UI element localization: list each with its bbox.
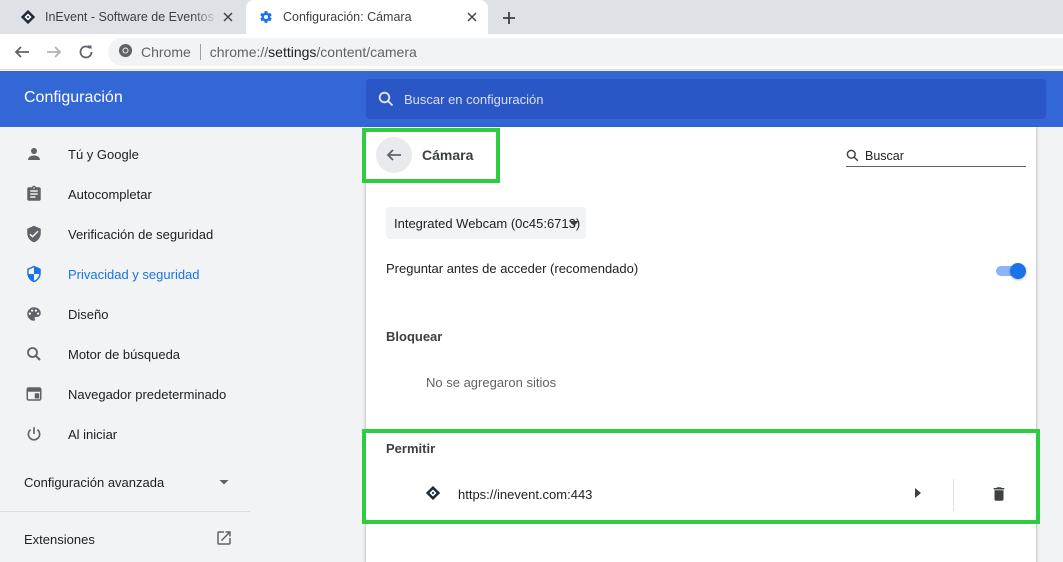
person-icon <box>24 144 44 164</box>
url-text: chrome://settings/content/camera <box>209 44 417 60</box>
camera-device-value: Integrated Webcam (0c45:6713) <box>394 215 581 231</box>
sidebar-item-privacy-security[interactable]: Privacidad y seguridad <box>0 254 250 294</box>
sidebar-advanced-toggle[interactable]: Configuración avanzada <box>0 462 250 502</box>
open-in-new-icon <box>217 531 231 545</box>
sidebar-item-label: Al iniciar <box>68 426 118 442</box>
ask-before-access-label: Preguntar antes de acceder (recomendado) <box>386 261 639 276</box>
highlight-box-title <box>362 128 500 183</box>
plus-icon <box>503 12 515 24</box>
browser-toolbar: Chrome chrome://settings/content/camera <box>0 34 1063 70</box>
sidebar-advanced-label: Configuración avanzada <box>24 474 165 490</box>
caret-down-icon <box>219 480 229 485</box>
settings-sidebar: Tú y Google Autocompletar Verificación d… <box>0 127 250 562</box>
search-icon <box>24 344 44 364</box>
address-bar[interactable]: Chrome chrome://settings/content/camera <box>108 38 1063 66</box>
back-nav-button[interactable] <box>10 40 34 64</box>
settings-search-input[interactable]: Buscar en configuración <box>366 79 1046 119</box>
forward-nav-button[interactable] <box>42 40 66 64</box>
sidebar-item-label: Tú y Google <box>68 146 139 162</box>
scheme-label: Chrome <box>141 44 191 60</box>
tab-title: Configuración: Cámara <box>283 10 412 24</box>
tab-configuracion-camara[interactable]: Configuración: Cámara <box>246 0 488 34</box>
browser-icon <box>24 384 44 404</box>
close-tab-icon[interactable] <box>462 7 482 27</box>
sidebar-item-autofill[interactable]: Autocompletar <box>0 174 250 214</box>
tab-strip: InEvent - Software de Eventos Hí Configu… <box>0 0 1063 34</box>
sidebar-item-label: Autocompletar <box>68 186 152 202</box>
sidebar-divider <box>0 511 250 512</box>
sidebar-item-default-browser[interactable]: Navegador predeterminado <box>0 374 250 414</box>
search-icon <box>378 91 394 107</box>
camera-device-select[interactable]: Integrated Webcam (0c45:6713) <box>386 207 586 239</box>
sidebar-item-label: Diseño <box>68 306 109 322</box>
sidebar-item-label: Privacidad y seguridad <box>68 266 200 282</box>
inevent-logo-icon <box>20 9 36 25</box>
sidebar-item-safety-check[interactable]: Verificación de seguridad <box>0 214 250 254</box>
toggle-knob <box>1010 263 1026 279</box>
clipboard-icon <box>24 184 44 204</box>
block-section-label: Bloquear <box>386 329 443 344</box>
block-empty-text: No se agregaron sitios <box>426 375 557 390</box>
search-icon <box>846 149 859 162</box>
gear-icon <box>258 9 274 25</box>
sidebar-item-label: Navegador predeterminado <box>68 386 227 402</box>
caret-down-icon <box>569 221 579 226</box>
sidebar-item-search-engine[interactable]: Motor de búsqueda <box>0 334 250 374</box>
reload-icon <box>79 45 93 59</box>
tab-inevent[interactable]: InEvent - Software de Eventos Hí <box>8 0 244 34</box>
shield-icon <box>24 264 44 284</box>
sidebar-item-extensions[interactable]: Extensiones <box>0 519 250 559</box>
omnibox-divider <box>199 44 201 60</box>
page-search-placeholder: Buscar <box>865 148 904 163</box>
close-tab-icon[interactable] <box>218 7 238 27</box>
sidebar-item-you-and-google[interactable]: Tú y Google <box>0 134 250 174</box>
camera-settings-card: Cámara Buscar Integrated Webcam (0c45:67… <box>362 127 1040 562</box>
reload-button[interactable] <box>74 40 98 64</box>
settings-header: Configuración Buscar en configuración <box>0 71 1063 127</box>
new-tab-button[interactable] <box>498 7 520 29</box>
tab-title: InEvent - Software de Eventos Hí <box>45 10 218 24</box>
chrome-logo-icon <box>118 43 133 61</box>
sidebar-item-label: Extensiones <box>24 531 95 547</box>
palette-icon <box>24 304 44 324</box>
sidebar-item-label: Motor de búsqueda <box>68 346 181 362</box>
arrow-right-icon <box>47 46 62 58</box>
sidebar-item-on-startup[interactable]: Al iniciar <box>0 414 250 454</box>
sidebar-item-appearance[interactable]: Diseño <box>0 294 250 334</box>
ask-before-access-toggle[interactable] <box>994 263 1026 279</box>
sidebar-item-label: Verificación de seguridad <box>68 226 214 242</box>
search-placeholder: Buscar en configuración <box>404 91 544 107</box>
highlight-box-allow <box>362 429 1040 524</box>
page-search-input[interactable]: Buscar <box>846 145 1026 167</box>
arrow-left-icon <box>14 46 29 58</box>
power-icon <box>24 424 44 444</box>
settings-title: Configuración <box>24 89 123 106</box>
shield-check-icon <box>24 224 44 244</box>
